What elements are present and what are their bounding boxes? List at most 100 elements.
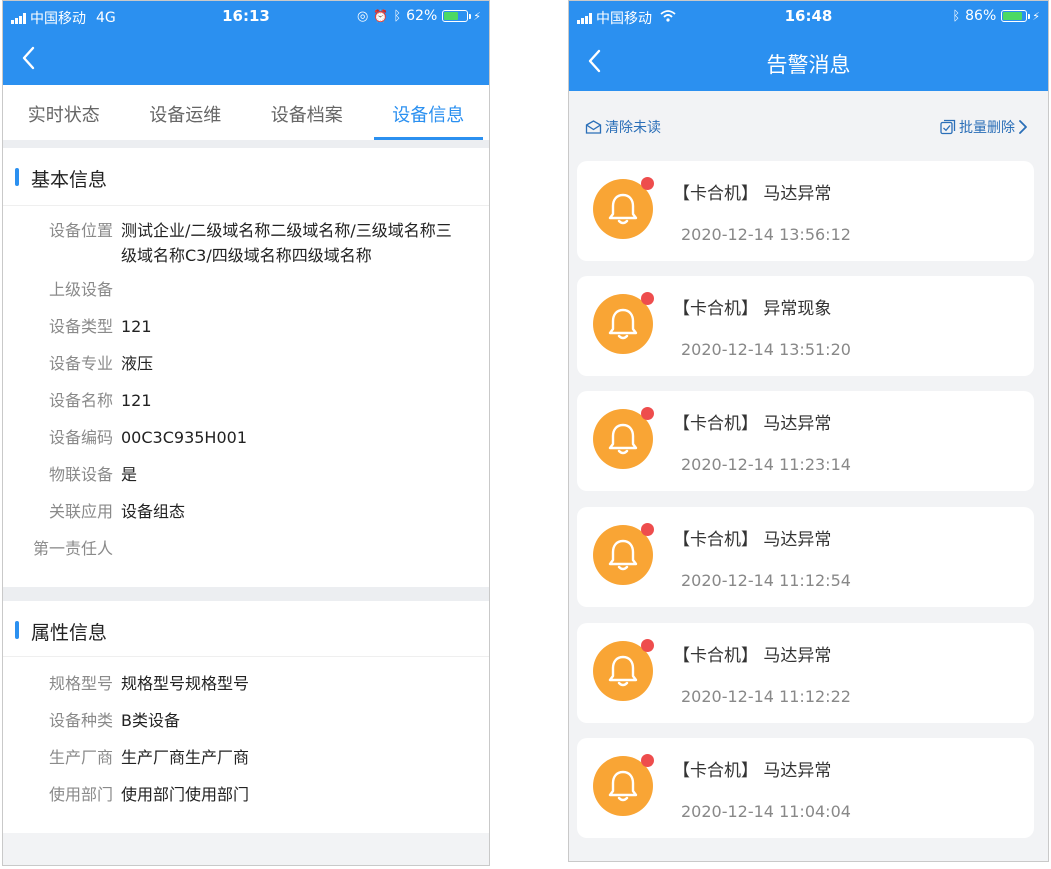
info-row: 设备位置 测试企业/二级域名称二级域名称/三级域名称三级域名称C3/四级域名称四级… (3, 218, 489, 268)
info-label: 设备编码 (48, 428, 113, 447)
header: 中国移动 16:48 ᛒ 86% ⚡ 告警消息 (569, 1, 1048, 91)
info-label: 设备位置 (48, 221, 113, 240)
info-value (121, 277, 456, 302)
info-row: 关联应用 设备组态 (3, 499, 489, 524)
message-time: 2020-12-14 13:51:20 (681, 340, 851, 359)
bluetooth-icon: ᛒ (952, 8, 961, 24)
info-row: 设备种类 B类设备 (3, 708, 489, 733)
info-value: 液压 (121, 354, 154, 373)
unread-dot (641, 407, 654, 420)
unread-dot (641, 754, 654, 767)
envelope-icon (585, 120, 602, 134)
info-row: 上级设备 (3, 277, 489, 302)
battery-icon (442, 10, 472, 22)
message-title: 【卡合机】 马达异常 (673, 646, 832, 666)
tab-bar: 实时状态 设备运维 设备档案 设备信息 (3, 85, 489, 148)
clear-unread-label: 清除未读 (605, 120, 661, 136)
unread-dot (641, 292, 654, 305)
info-label: 生产厂商 (48, 748, 113, 767)
alarm-message-card[interactable]: 【卡合机】 马达异常 2020-12-14 11:23:14 (577, 391, 1034, 491)
location-icon: ◎ (357, 8, 369, 24)
info-row: 物联设备是 (3, 462, 489, 487)
info-value: 121 (121, 391, 152, 410)
batch-check-icon (940, 119, 956, 135)
message-title: 【卡合机】 异常现象 (673, 299, 832, 319)
unread-dot (641, 639, 654, 652)
message-time: 2020-12-14 13:56:12 (681, 225, 851, 244)
nav-bar (3, 33, 489, 85)
batch-delete-label: 批量删除 (959, 120, 1015, 136)
info-value: 规格型号规格型号 (121, 674, 250, 693)
info-row: 使用部门 使用部门使用部门 (3, 782, 489, 807)
status-bar: 中国移动 16:48 ᛒ 86% ⚡ (569, 1, 1048, 33)
info-label: 上级设备 (48, 280, 113, 299)
alarm-message-card[interactable]: 【卡合机】 马达异常 2020-12-14 11:12:22 (577, 623, 1034, 723)
info-row: 设备类型 121 (3, 314, 489, 339)
message-time: 2020-12-14 11:04:04 (681, 802, 851, 821)
charging-icon: ⚡ (473, 9, 481, 23)
section-title: 属性信息 (31, 622, 108, 644)
info-row: 生产厂商 生产厂商生产厂商 (3, 745, 489, 770)
tab-device-maintenance[interactable]: 设备运维 (125, 85, 247, 140)
alarm-icon: ⏰ (373, 9, 389, 23)
message-time: 2020-12-14 11:12:54 (681, 571, 851, 590)
action-bar: 清除未读 批量删除 (569, 91, 1048, 161)
section-marker (15, 621, 19, 639)
section-marker (15, 168, 19, 186)
message-time: 2020-12-14 11:12:22 (681, 687, 851, 706)
clear-unread-button[interactable]: 清除未读 (585, 117, 661, 137)
unread-dot (641, 177, 654, 190)
message-title: 【卡合机】 马达异常 (673, 414, 832, 434)
page-title: 告警消息 (766, 53, 851, 77)
message-title: 【卡合机】 马达异常 (673, 184, 832, 204)
section-header: 属性信息 (3, 601, 489, 657)
info-row: 设备专业 液压 (3, 351, 489, 376)
charging-icon: ⚡ (1032, 9, 1040, 23)
unread-dot (641, 523, 654, 536)
info-value: 测试企业/二级域名称二级域名称/三级域名称三级域名称C3/四级域名称四级域名称 (121, 221, 452, 265)
tab-device-info[interactable]: 设备信息 (368, 85, 490, 140)
tab-device-archive[interactable]: 设备档案 (246, 85, 368, 140)
battery-percent: 62% (406, 8, 438, 24)
alarm-message-card[interactable]: 【卡合机】 异常现象 2020-12-14 13:51:20 (577, 276, 1034, 376)
tab-realtime-status[interactable]: 实时状态 (3, 85, 125, 140)
alarm-message-card[interactable]: 【卡合机】 马达异常 2020-12-14 11:04:04 (577, 738, 1034, 838)
info-label: 物联设备 (48, 465, 113, 484)
info-value: 00C3C935H001 (121, 428, 247, 447)
header: 中国移动 4G 16:13 ◎ ⏰ ᛒ 62% ⚡ (3, 1, 489, 85)
info-value: 121 (121, 317, 152, 336)
info-row: 第一责任人 (3, 536, 489, 561)
batch-delete-button[interactable]: 批量删除 (940, 117, 1028, 137)
info-label: 设备专业 (48, 354, 113, 373)
attribute-info-section: 属性信息 规格型号 规格型号规格型号 设备种类 B类设备 生产厂商 生产厂商生产厂商 … (3, 601, 489, 833)
info-label: 第一责任人 (32, 539, 113, 558)
status-bar: 中国移动 4G 16:13 ◎ ⏰ ᛒ 62% ⚡ (3, 1, 489, 33)
back-button[interactable] (17, 43, 43, 73)
device-info-screen: 中国移动 4G 16:13 ◎ ⏰ ᛒ 62% ⚡ 实时状态 设备运维 设备档案… (2, 0, 490, 866)
info-row: 规格型号 规格型号规格型号 (3, 671, 489, 696)
message-title: 【卡合机】 马达异常 (673, 761, 832, 781)
info-value: 是 (121, 465, 138, 484)
alarm-message-card[interactable]: 【卡合机】 马达异常 2020-12-14 13:56:12 (577, 161, 1034, 261)
info-value: 生产厂商生产厂商 (121, 748, 250, 767)
nav-bar: 告警消息 (569, 33, 1048, 91)
battery-percent: 86% (965, 8, 997, 24)
info-label: 使用部门 (48, 785, 113, 804)
info-label: 关联应用 (48, 502, 113, 521)
info-label: 规格型号 (48, 674, 113, 693)
alarm-message-card[interactable]: 【卡合机】 马达异常 2020-12-14 11:12:54 (577, 507, 1034, 607)
battery-icon (1001, 10, 1031, 22)
info-value: B类设备 (121, 711, 180, 730)
message-time: 2020-12-14 11:23:14 (681, 455, 851, 474)
chevron-left-icon (22, 46, 35, 70)
info-label: 设备名称 (48, 391, 113, 410)
section-header: 基本信息 (3, 148, 489, 206)
info-label: 设备类型 (48, 317, 113, 336)
alarm-messages-screen: 中国移动 16:48 ᛒ 86% ⚡ 告警消息 清除未读 批量删除 【卡合机】 … (568, 0, 1049, 862)
info-value: 使用部门使用部门 (121, 785, 250, 804)
info-row: 设备名称 121 (3, 388, 489, 413)
basic-info-section: 基本信息 设备位置 测试企业/二级域名称二级域名称/三级域名称三级域名称C3/四级… (3, 148, 489, 587)
message-title: 【卡合机】 马达异常 (673, 530, 832, 550)
section-title: 基本信息 (31, 169, 108, 191)
bluetooth-icon: ᛒ (393, 8, 402, 24)
